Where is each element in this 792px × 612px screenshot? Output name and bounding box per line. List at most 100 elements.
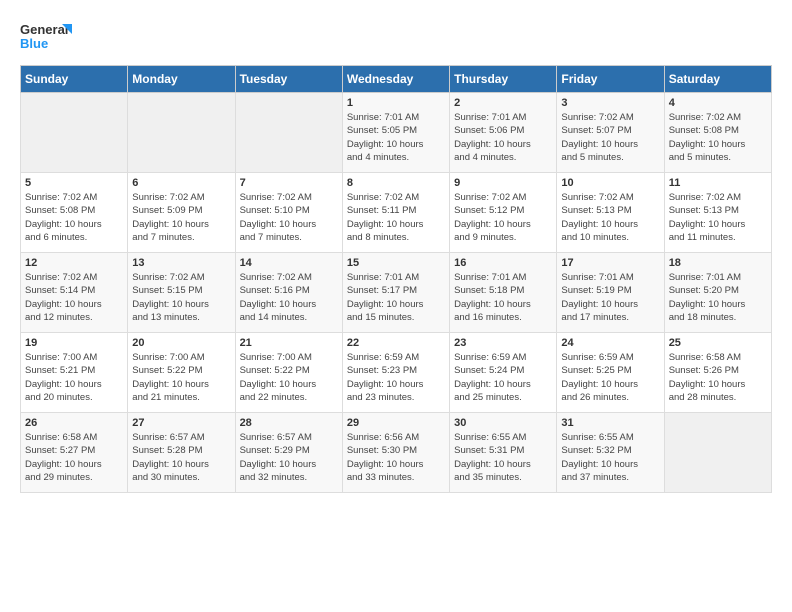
week-row-5: 26Sunrise: 6:58 AM Sunset: 5:27 PM Dayli… [21, 413, 772, 493]
day-cell-26: 26Sunrise: 6:58 AM Sunset: 5:27 PM Dayli… [21, 413, 128, 493]
day-info: Sunrise: 6:55 AM Sunset: 5:31 PM Dayligh… [454, 431, 552, 484]
calendar-table: SundayMondayTuesdayWednesdayThursdayFrid… [20, 65, 772, 493]
day-number: 30 [454, 417, 552, 429]
day-cell-19: 19 Sunrise: 7:00 AM Sunset: 5:21 PM Dayli… [21, 333, 128, 413]
week-row-4: 19 Sunrise: 7:00 AM Sunset: 5:21 PM Dayli… [21, 333, 772, 413]
day-number: 13 [132, 257, 230, 269]
empty-cell [21, 93, 128, 173]
day-number: 11 [669, 177, 767, 189]
day-cell-28: 28 Sunrise: 6:57 AM Sunset: 5:29 PM Dayli… [235, 413, 342, 493]
header: GeneralBlue [20, 20, 772, 55]
day-info: Sunrise: 6:59 AM Sunset: 5:25 PM Dayligh… [561, 351, 659, 404]
empty-cell [235, 93, 342, 173]
day-number: 7 [240, 177, 338, 189]
day-cell-8: 8 Sunrise: 7:02 AM Sunset: 5:11 PM Daylig… [342, 173, 449, 253]
day-cell-29: 29 Sunrise: 6:56 AM Sunset: 5:30 PM Dayli… [342, 413, 449, 493]
weekday-header-thursday: Thursday [450, 66, 557, 93]
day-cell-1: 1 Sunrise: 7:01 AM Sunset: 5:05 PM Daylig… [342, 93, 449, 173]
weekday-header-sunday: Sunday [21, 66, 128, 93]
day-info: Sunrise: 7:02 AM Sunset: 5:11 PM Dayligh… [347, 191, 445, 244]
day-cell-3: 3 Sunrise: 7:02 AM Sunset: 5:07 PM Daylig… [557, 93, 664, 173]
day-info: Sunrise: 7:00 AM Sunset: 5:21 PM Dayligh… [25, 351, 123, 404]
day-info: Sunrise: 7:02 AM Sunset: 5:15 PM Dayligh… [132, 271, 230, 324]
day-number: 24 [561, 337, 659, 349]
day-number: 31 [561, 417, 659, 429]
day-cell-16: 16 Sunrise: 7:01 AM Sunset: 5:18 PM Dayli… [450, 253, 557, 333]
weekday-header-tuesday: Tuesday [235, 66, 342, 93]
calendar-header: SundayMondayTuesdayWednesdayThursdayFrid… [21, 66, 772, 93]
day-info: Sunrise: 7:01 AM Sunset: 5:06 PM Dayligh… [454, 111, 552, 164]
day-cell-30: 30 Sunrise: 6:55 AM Sunset: 5:31 PM Dayli… [450, 413, 557, 493]
day-cell-22: 22 Sunrise: 6:59 AM Sunset: 5:23 PM Dayli… [342, 333, 449, 413]
day-cell-6: 6 Sunrise: 7:02 AM Sunset: 5:09 PM Daylig… [128, 173, 235, 253]
empty-cell [128, 93, 235, 173]
day-info: Sunrise: 6:58 AM Sunset: 5:26 PM Dayligh… [669, 351, 767, 404]
day-info: Sunrise: 7:02 AM Sunset: 5:09 PM Dayligh… [132, 191, 230, 244]
day-number: 27 [132, 417, 230, 429]
day-number: 19 [25, 337, 123, 349]
day-info: Sunrise: 6:57 AM Sunset: 5:29 PM Dayligh… [240, 431, 338, 484]
day-info: Sunrise: 7:02 AM Sunset: 5:12 PM Dayligh… [454, 191, 552, 244]
day-number: 5 [25, 177, 123, 189]
day-number: 6 [132, 177, 230, 189]
calendar-body: 1 Sunrise: 7:01 AM Sunset: 5:05 PM Daylig… [21, 93, 772, 493]
day-info: Sunrise: 7:00 AM Sunset: 5:22 PM Dayligh… [132, 351, 230, 404]
svg-text:General: General [20, 22, 68, 37]
day-info: Sunrise: 6:58 AM Sunset: 5:27 PM Dayligh… [25, 431, 123, 484]
weekday-header-monday: Monday [128, 66, 235, 93]
day-cell-13: 13 Sunrise: 7:02 AM Sunset: 5:15 PM Dayli… [128, 253, 235, 333]
day-info: Sunrise: 6:55 AM Sunset: 5:32 PM Dayligh… [561, 431, 659, 484]
day-cell-9: 9 Sunrise: 7:02 AM Sunset: 5:12 PM Daylig… [450, 173, 557, 253]
day-number: 28 [240, 417, 338, 429]
day-number: 15 [347, 257, 445, 269]
day-cell-23: 23 Sunrise: 6:59 AM Sunset: 5:24 PM Dayli… [450, 333, 557, 413]
day-cell-14: 14Sunrise: 7:02 AM Sunset: 5:16 PM Dayli… [235, 253, 342, 333]
day-number: 17 [561, 257, 659, 269]
day-info: Sunrise: 7:02 AM Sunset: 5:16 PM Dayligh… [240, 271, 338, 324]
day-number: 23 [454, 337, 552, 349]
day-cell-5: 5 Sunrise: 7:02 AM Sunset: 5:08 PM Daylig… [21, 173, 128, 253]
day-number: 16 [454, 257, 552, 269]
day-info: Sunrise: 7:01 AM Sunset: 5:20 PM Dayligh… [669, 271, 767, 324]
day-info: Sunrise: 6:59 AM Sunset: 5:23 PM Dayligh… [347, 351, 445, 404]
day-info: Sunrise: 7:02 AM Sunset: 5:13 PM Dayligh… [669, 191, 767, 244]
day-number: 18 [669, 257, 767, 269]
week-row-2: 5 Sunrise: 7:02 AM Sunset: 5:08 PM Daylig… [21, 173, 772, 253]
day-info: Sunrise: 7:02 AM Sunset: 5:10 PM Dayligh… [240, 191, 338, 244]
day-cell-11: 11 Sunrise: 7:02 AM Sunset: 5:13 PM Dayli… [664, 173, 771, 253]
svg-text:Blue: Blue [20, 36, 48, 51]
weekday-header-friday: Friday [557, 66, 664, 93]
day-number: 1 [347, 97, 445, 109]
day-number: 8 [347, 177, 445, 189]
day-cell-18: 18 Sunrise: 7:01 AM Sunset: 5:20 PM Dayli… [664, 253, 771, 333]
day-cell-24: 24 Sunrise: 6:59 AM Sunset: 5:25 PM Dayli… [557, 333, 664, 413]
day-number: 9 [454, 177, 552, 189]
day-number: 22 [347, 337, 445, 349]
day-info: Sunrise: 7:02 AM Sunset: 5:14 PM Dayligh… [25, 271, 123, 324]
day-number: 20 [132, 337, 230, 349]
day-cell-21: 21Sunrise: 7:00 AM Sunset: 5:22 PM Dayli… [235, 333, 342, 413]
logo-svg: GeneralBlue [20, 20, 75, 55]
day-info: Sunrise: 7:02 AM Sunset: 5:08 PM Dayligh… [25, 191, 123, 244]
day-info: Sunrise: 7:01 AM Sunset: 5:18 PM Dayligh… [454, 271, 552, 324]
day-info: Sunrise: 7:02 AM Sunset: 5:08 PM Dayligh… [669, 111, 767, 164]
day-number: 10 [561, 177, 659, 189]
day-info: Sunrise: 7:01 AM Sunset: 5:05 PM Dayligh… [347, 111, 445, 164]
week-row-1: 1 Sunrise: 7:01 AM Sunset: 5:05 PM Daylig… [21, 93, 772, 173]
weekday-header-wednesday: Wednesday [342, 66, 449, 93]
day-cell-25: 25Sunrise: 6:58 AM Sunset: 5:26 PM Dayli… [664, 333, 771, 413]
day-cell-15: 15Sunrise: 7:01 AM Sunset: 5:17 PM Dayli… [342, 253, 449, 333]
day-cell-7: 7 Sunrise: 7:02 AM Sunset: 5:10 PM Daylig… [235, 173, 342, 253]
logo: GeneralBlue [20, 20, 75, 55]
day-cell-2: 2Sunrise: 7:01 AM Sunset: 5:06 PM Daylig… [450, 93, 557, 173]
day-info: Sunrise: 6:56 AM Sunset: 5:30 PM Dayligh… [347, 431, 445, 484]
day-info: Sunrise: 6:59 AM Sunset: 5:24 PM Dayligh… [454, 351, 552, 404]
day-info: Sunrise: 6:57 AM Sunset: 5:28 PM Dayligh… [132, 431, 230, 484]
day-info: Sunrise: 7:02 AM Sunset: 5:07 PM Dayligh… [561, 111, 659, 164]
weekday-header-row: SundayMondayTuesdayWednesdayThursdayFrid… [21, 66, 772, 93]
day-number: 29 [347, 417, 445, 429]
weekday-header-saturday: Saturday [664, 66, 771, 93]
day-number: 21 [240, 337, 338, 349]
day-cell-17: 17Sunrise: 7:01 AM Sunset: 5:19 PM Dayli… [557, 253, 664, 333]
day-number: 3 [561, 97, 659, 109]
